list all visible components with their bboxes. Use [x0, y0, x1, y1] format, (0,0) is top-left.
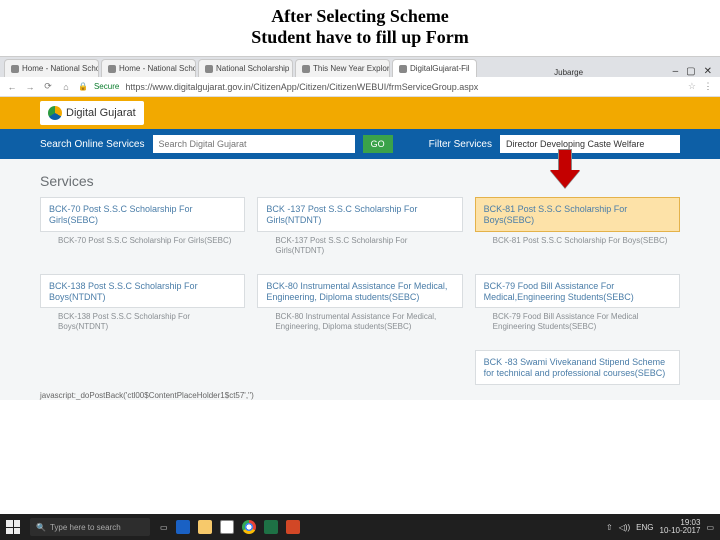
tab-label: This New Year Explore S — [313, 64, 390, 73]
service-title: BCK -83 Swami Vivekanand Stipend Scheme … — [484, 357, 666, 378]
service-title: BCK-79 Food Bill Assistance For Medical,… — [484, 281, 634, 302]
start-button[interactable] — [6, 520, 20, 534]
back-icon[interactable]: ← — [6, 82, 18, 92]
service-cell: BCK-138 Post S.S.C Scholarship For Boys(… — [40, 274, 245, 341]
tab-label: DigitalGujarat-Fil — [410, 64, 470, 73]
site-logo[interactable]: Digital Gujarat — [40, 101, 144, 125]
services-grid: BCK-70 Post S.S.C Scholarship For Girls(… — [40, 197, 680, 385]
kebab-menu-icon[interactable]: ⋮ — [702, 81, 714, 92]
slide-title-line2: Student have to fill up Form — [0, 27, 720, 48]
highlight-arrow-icon — [550, 149, 580, 188]
service-title: BCK-80 Instrumental Assistance For Medic… — [266, 281, 447, 302]
system-tray: ⇧ ◁)) ENG 19:03 10-10-2017 ▭ — [606, 519, 714, 535]
chrome-icon[interactable] — [242, 520, 256, 534]
service-card-highlighted[interactable]: BCK-81 Post S.S.C Scholarship For Boys(S… — [475, 197, 680, 232]
language-indicator[interactable]: ENG — [636, 523, 653, 532]
window-minimize-icon[interactable]: – — [673, 66, 679, 77]
service-card[interactable]: BCK-70 Post S.S.C Scholarship For Girls(… — [40, 197, 245, 232]
taskbar-search-placeholder: Type here to search — [50, 523, 121, 532]
service-cell: BCK-81 Post S.S.C Scholarship For Boys(S… — [475, 197, 680, 264]
service-subtitle: BCK-81 Post S.S.C Scholarship For Boys(S… — [475, 232, 680, 254]
filter-label: Filter Services — [429, 139, 492, 150]
bookmark-star-icon[interactable]: ☆ — [688, 81, 696, 92]
service-title: BCK-81 Post S.S.C Scholarship For Boys(S… — [484, 204, 628, 225]
search-label: Search Online Services — [40, 139, 145, 150]
notifications-icon[interactable]: ▭ — [706, 523, 714, 532]
service-card[interactable]: BCK-138 Post S.S.C Scholarship For Boys(… — [40, 274, 245, 309]
profile-name[interactable]: Jubarge — [554, 68, 587, 77]
service-subtitle: BCK-137 Post S.S.C Scholarship For Girls… — [257, 232, 462, 264]
slide-title: After Selecting Scheme Student have to f… — [0, 0, 720, 56]
services-heading: Services — [40, 173, 680, 189]
forward-icon[interactable]: → — [24, 82, 36, 92]
site-banner: Digital Gujarat — [0, 97, 720, 129]
service-cell: BCK-79 Food Bill Assistance For Medical,… — [475, 274, 680, 341]
service-cell-empty — [257, 350, 462, 385]
file-explorer-icon[interactable] — [198, 520, 212, 534]
edge-icon[interactable] — [176, 520, 190, 534]
service-cell: BCK-80 Instrumental Assistance For Medic… — [257, 274, 462, 341]
browser-tab-active[interactable]: DigitalGujarat-Fil — [392, 59, 477, 77]
service-cell: BCK-70 Post S.S.C Scholarship For Girls(… — [40, 197, 245, 264]
browser-tab[interactable]: Home - National Schola — [101, 59, 196, 77]
browser-chrome: Home - National Schola Home - National S… — [0, 56, 720, 97]
reload-icon[interactable]: ⟳ — [42, 81, 54, 92]
taskbar-search[interactable]: 🔍 Type here to search — [30, 518, 150, 536]
filter-select[interactable] — [500, 135, 680, 153]
favicon-icon — [399, 65, 407, 73]
windows-taskbar: 🔍 Type here to search ▭ ⇧ ◁)) ENG 19:03 … — [0, 514, 720, 540]
logo-icon — [48, 106, 62, 120]
taskbar-clock[interactable]: 19:03 10-10-2017 — [660, 519, 701, 535]
service-search-row: Search Online Services GO Filter Service… — [0, 129, 720, 159]
service-subtitle: BCK-70 Post S.S.C Scholarship For Girls(… — [40, 232, 245, 254]
clock-date: 10-10-2017 — [660, 527, 701, 535]
window-close-icon[interactable]: ✕ — [704, 66, 712, 77]
service-card[interactable]: BCK -83 Swami Vivekanand Stipend Scheme … — [475, 350, 680, 385]
favicon-icon — [11, 65, 19, 73]
mail-icon[interactable] — [220, 520, 234, 534]
tab-label: National Scholarship S — [216, 64, 293, 73]
url-field[interactable]: https://www.digitalgujarat.gov.in/Citize… — [125, 82, 682, 92]
taskbar-apps: ▭ — [160, 520, 300, 534]
slide-title-line1: After Selecting Scheme — [0, 6, 720, 27]
secure-label: Secure — [94, 82, 119, 91]
services-content: Services BCK-70 Post S.S.C Scholarship F… — [0, 159, 720, 400]
volume-icon[interactable]: ◁)) — [619, 523, 630, 532]
go-button[interactable]: GO — [363, 135, 393, 153]
favicon-icon — [302, 65, 310, 73]
logo-text: Digital Gujarat — [66, 107, 136, 119]
task-view-icon[interactable]: ▭ — [160, 523, 168, 532]
favicon-icon — [108, 65, 116, 73]
service-card[interactable]: BCK -137 Post S.S.C Scholarship For Girl… — [257, 197, 462, 232]
browser-tab[interactable]: Home - National Schola — [4, 59, 99, 77]
service-card[interactable]: BCK-79 Food Bill Assistance For Medical,… — [475, 274, 680, 309]
excel-icon[interactable] — [264, 520, 278, 534]
service-title: BCK -137 Post S.S.C Scholarship For Girl… — [266, 204, 417, 225]
lock-icon: 🔒 — [78, 82, 88, 91]
home-icon[interactable]: ⌂ — [60, 82, 72, 92]
address-bar: ← → ⟳ ⌂ 🔒 Secure https://www.digitalguja… — [0, 77, 720, 97]
search-input[interactable] — [153, 135, 355, 153]
tray-up-icon[interactable]: ⇧ — [606, 523, 613, 532]
favicon-icon — [205, 65, 213, 73]
status-bar-text: javascript:_doPostBack('ctl00$ContentPla… — [40, 391, 680, 400]
browser-tab[interactable]: This New Year Explore S — [295, 59, 390, 77]
tab-label: Home - National Schola — [22, 64, 99, 73]
service-card[interactable]: BCK-80 Instrumental Assistance For Medic… — [257, 274, 462, 309]
service-cell: BCK -83 Swami Vivekanand Stipend Scheme … — [475, 350, 680, 385]
search-icon: 🔍 — [36, 523, 46, 532]
service-title: BCK-70 Post S.S.C Scholarship For Girls(… — [49, 204, 193, 225]
powerpoint-icon[interactable] — [286, 520, 300, 534]
service-subtitle: BCK-138 Post S.S.C Scholarship For Boys(… — [40, 308, 245, 340]
window-maximize-icon[interactable]: ▢ — [686, 66, 695, 77]
tab-label: Home - National Schola — [119, 64, 196, 73]
window-controls: – ▢ ✕ — [665, 66, 720, 77]
browser-tabbar: Home - National Schola Home - National S… — [0, 57, 720, 77]
service-cell-empty — [40, 350, 245, 385]
service-subtitle: BCK-80 Instrumental Assistance For Medic… — [257, 308, 462, 340]
service-cell: BCK -137 Post S.S.C Scholarship For Girl… — [257, 197, 462, 264]
service-title: BCK-138 Post S.S.C Scholarship For Boys(… — [49, 281, 198, 302]
browser-tab[interactable]: National Scholarship S — [198, 59, 293, 77]
service-subtitle: BCK-79 Food Bill Assistance For Medical … — [475, 308, 680, 340]
